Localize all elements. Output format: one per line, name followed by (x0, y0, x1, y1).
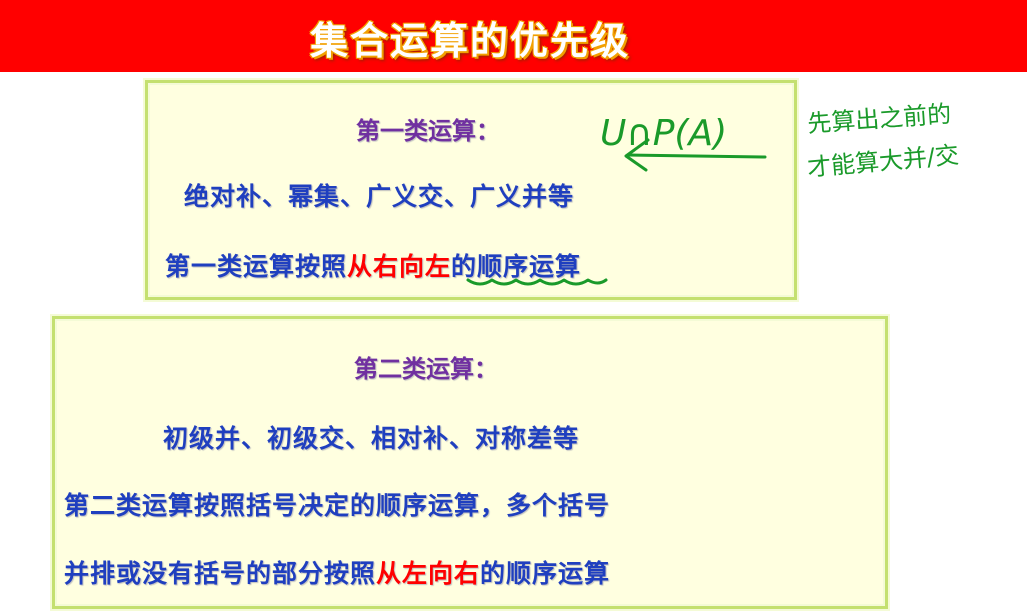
wavy-underline (466, 278, 608, 286)
handwritten-annotations: U∩P(A) 先算出之前的 才能算大并/交 (466, 100, 960, 286)
handwritten-note-line1: 先算出之前的 (806, 100, 952, 138)
handwritten-note-line2: 才能算大并/交 (806, 141, 960, 182)
arrow-line (626, 153, 767, 159)
handwritten-formula: U∩P(A) (600, 113, 727, 154)
